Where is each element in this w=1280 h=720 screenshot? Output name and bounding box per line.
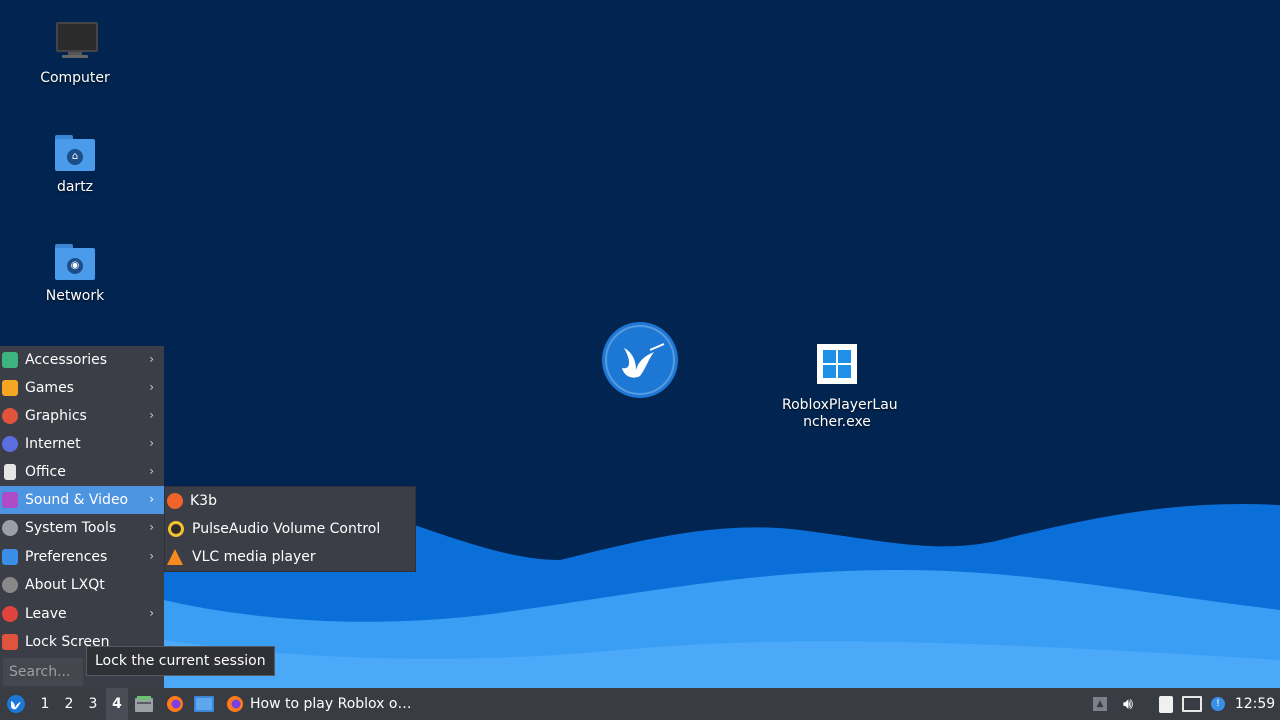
- menu-item-label: Games: [25, 380, 74, 396]
- show-desktop-button[interactable]: [193, 688, 215, 720]
- show-desktop-icon: [194, 696, 214, 712]
- sound-video-icon: [2, 492, 18, 508]
- submenu-item-pulseaudio[interactable]: PulseAudio Volume Control: [165, 515, 415, 543]
- desktop-icon-home-folder[interactable]: ⌂ dartz: [20, 127, 130, 196]
- file-manager-icon: [135, 696, 153, 712]
- chevron-right-icon: ›: [149, 352, 154, 366]
- submenu-item-label: VLC media player: [192, 549, 316, 565]
- lock-screen-tooltip: Lock the current session: [86, 646, 275, 676]
- volume-button[interactable]: 🔊︎: [1118, 688, 1138, 720]
- menu-item-graphics[interactable]: Graphics ›: [0, 402, 164, 430]
- menu-item-sound-video[interactable]: Sound & Video ›: [0, 486, 164, 514]
- update-notifier-icon: !: [1211, 697, 1225, 711]
- firefox-icon: [167, 696, 183, 712]
- submenu-item-label: PulseAudio Volume Control: [192, 521, 381, 537]
- menu-item-label: Graphics: [25, 408, 87, 424]
- k3b-icon: [167, 493, 183, 509]
- taskbar: 1 2 3 4 How to play Roblox o… ▲ 🔊︎ ! 12:…: [0, 688, 1280, 720]
- accessories-icon: [2, 352, 18, 368]
- network-status-button[interactable]: [1182, 688, 1202, 720]
- chevron-right-icon: ›: [149, 464, 154, 478]
- chevron-right-icon: ›: [149, 380, 154, 394]
- clipboard-icon: [1159, 695, 1173, 713]
- desktop-icon-network[interactable]: ◉ Network: [20, 236, 130, 305]
- menu-search-box: [3, 658, 87, 686]
- start-menu-button[interactable]: [4, 688, 28, 720]
- chevron-right-icon: ›: [149, 436, 154, 450]
- file-manager-launcher[interactable]: [134, 688, 154, 720]
- chevron-right-icon: ›: [149, 549, 154, 563]
- clipboard-button[interactable]: [1156, 688, 1176, 720]
- update-notifier-button[interactable]: !: [1208, 688, 1228, 720]
- menu-item-leave[interactable]: Leave ›: [0, 600, 164, 628]
- desktop-icon-label-line2: ncher.exe: [803, 414, 871, 430]
- desktop-switch-3[interactable]: 3: [82, 688, 104, 720]
- firefox-icon: [227, 696, 243, 712]
- lubuntu-logo: [602, 322, 678, 398]
- graphics-icon: [2, 408, 18, 424]
- desktop-switch-4[interactable]: 4: [106, 688, 128, 720]
- lock-icon: [2, 634, 18, 650]
- menu-item-label: Office: [25, 464, 66, 480]
- application-menu: Accessories › Games › Graphics › Interne…: [0, 346, 164, 688]
- sound-video-submenu: K3b PulseAudio Volume Control VLC media …: [164, 486, 416, 572]
- home-folder-icon: ⌂: [51, 127, 99, 175]
- volume-icon: 🔊︎: [1122, 694, 1134, 713]
- lubuntu-start-icon: [7, 695, 25, 713]
- chevron-right-icon: ›: [149, 520, 154, 534]
- chevron-right-icon: ›: [149, 606, 154, 620]
- menu-item-office[interactable]: Office ›: [0, 458, 164, 486]
- menu-item-system-tools[interactable]: System Tools ›: [0, 514, 164, 542]
- desktop-icon-label: dartz: [56, 179, 94, 195]
- hummingbird-icon: [605, 325, 675, 395]
- power-icon: [2, 606, 18, 622]
- desktop-switch-2[interactable]: 2: [58, 688, 80, 720]
- network-folder-icon: ◉: [51, 236, 99, 284]
- menu-item-label: Sound & Video: [25, 492, 129, 508]
- chevron-right-icon: ›: [149, 492, 154, 506]
- menu-item-about-lxqt[interactable]: About LXQt: [0, 571, 164, 599]
- chevron-right-icon: ›: [149, 408, 154, 422]
- desktop-icon-label-line1: RobloxPlayerLau: [782, 397, 898, 413]
- desktop-icon-computer[interactable]: Computer: [20, 18, 130, 87]
- tray-expand-button[interactable]: ▲: [1090, 688, 1110, 720]
- computer-icon: [51, 18, 99, 66]
- games-icon: [2, 380, 18, 396]
- taskbar-window-title: How to play Roblox o…: [250, 696, 412, 712]
- desktop-icon-label: Network: [45, 288, 105, 304]
- menu-item-label: About LXQt: [25, 577, 105, 593]
- menu-item-label: Leave: [25, 606, 67, 622]
- office-icon: [4, 464, 16, 480]
- internet-icon: [2, 436, 18, 452]
- clock[interactable]: 12:59: [1230, 688, 1280, 720]
- submenu-item-label: K3b: [190, 493, 217, 509]
- submenu-item-k3b[interactable]: K3b: [165, 487, 415, 515]
- menu-item-preferences[interactable]: Preferences ›: [0, 543, 164, 571]
- info-icon: [2, 577, 18, 593]
- preferences-icon: [2, 549, 18, 565]
- menu-search-input[interactable]: [3, 658, 87, 686]
- vlc-icon: [167, 549, 183, 565]
- tray-up-arrow-icon: ▲: [1093, 697, 1107, 711]
- windows-exe-icon: [817, 344, 857, 384]
- submenu-item-vlc[interactable]: VLC media player: [165, 543, 415, 571]
- network-wired-icon: [1182, 696, 1202, 712]
- menu-item-label: Preferences: [25, 549, 108, 565]
- pulseaudio-icon: [168, 521, 184, 537]
- desktop-switch-1[interactable]: 1: [34, 688, 56, 720]
- firefox-launcher[interactable]: [164, 688, 186, 720]
- system-tools-icon: [2, 520, 18, 536]
- desktop-icon-label: Computer: [40, 70, 110, 86]
- menu-item-label: System Tools: [25, 520, 117, 536]
- menu-item-label: Accessories: [25, 352, 108, 368]
- menu-item-label: Internet: [25, 436, 81, 452]
- taskbar-window-firefox[interactable]: How to play Roblox o…: [222, 688, 422, 720]
- menu-item-games[interactable]: Games ›: [0, 374, 164, 402]
- desktop-icon-roblox-launcher[interactable]: RobloxPlayerLau ncher.exe: [782, 344, 898, 431]
- menu-item-accessories[interactable]: Accessories ›: [0, 346, 164, 374]
- menu-item-internet[interactable]: Internet ›: [0, 430, 164, 458]
